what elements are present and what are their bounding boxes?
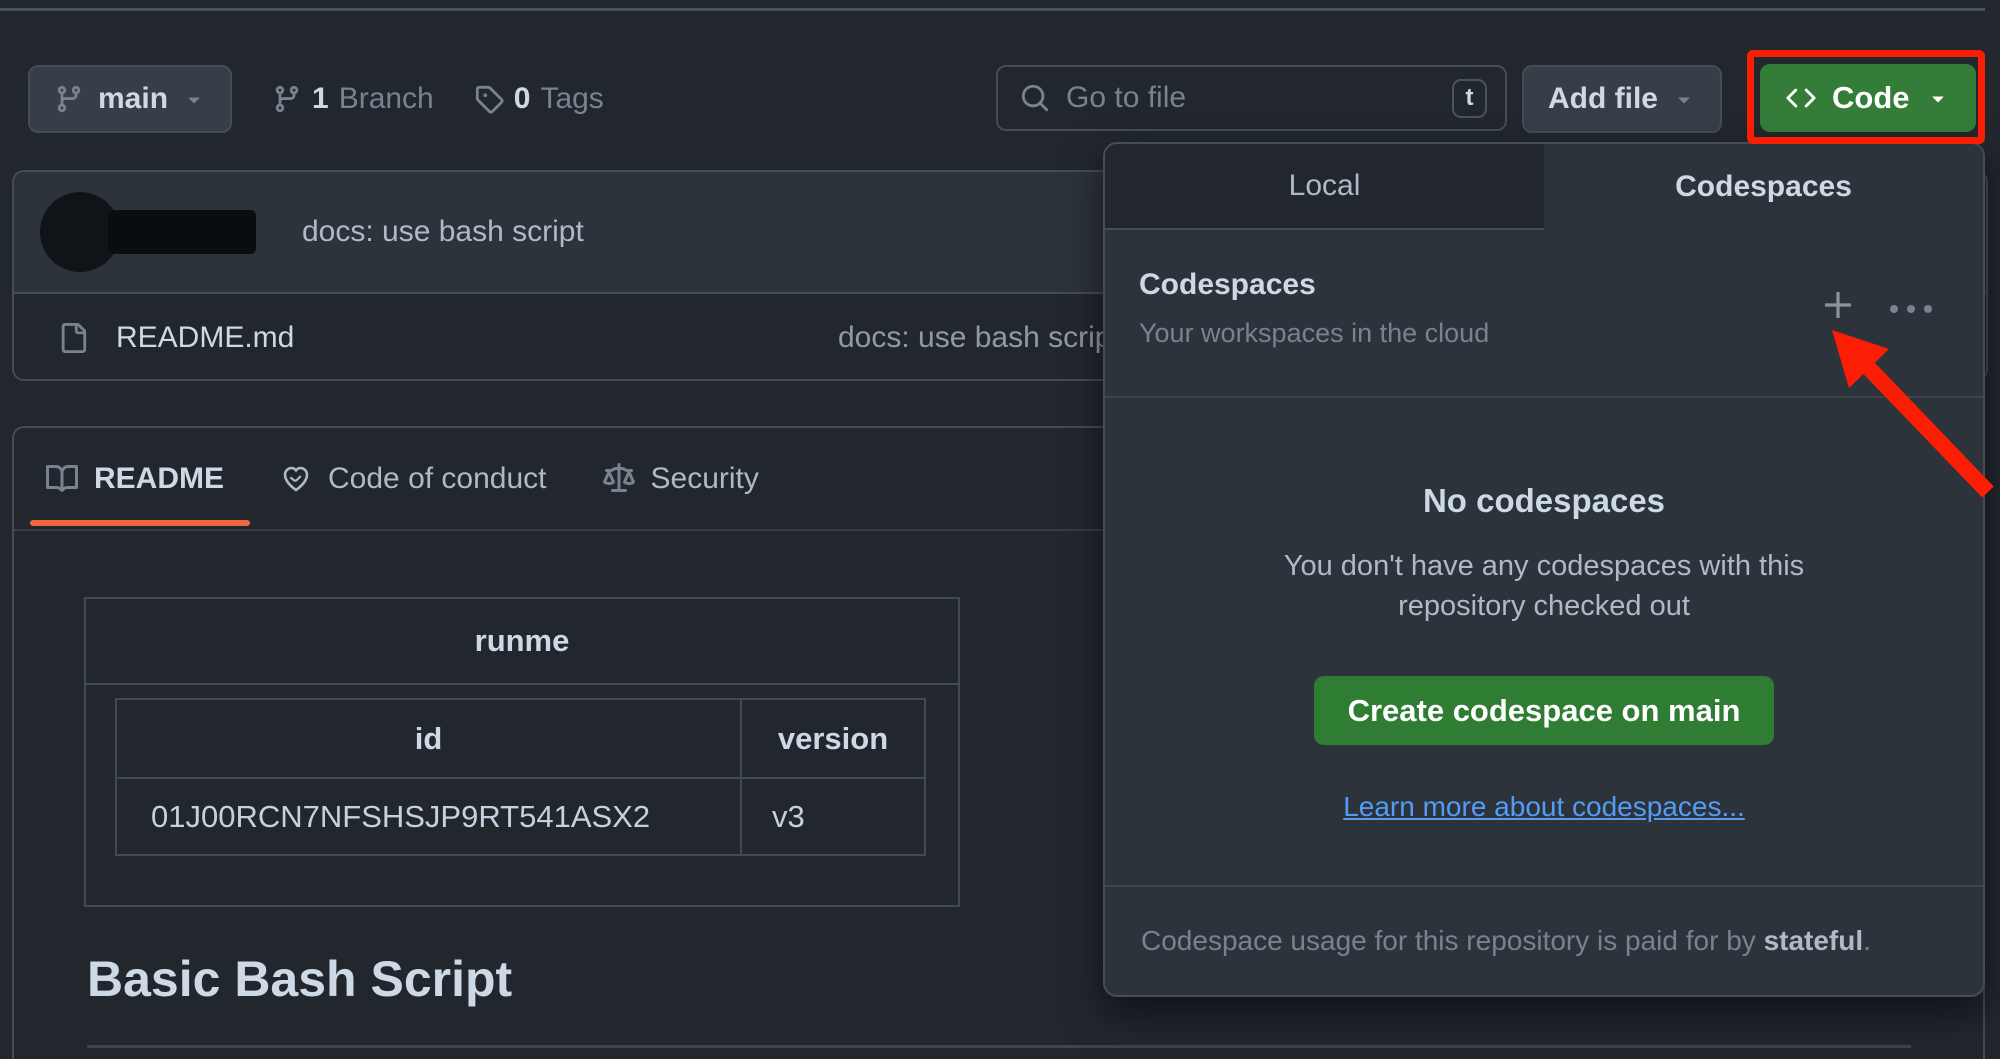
runme-table: runme id version 01J00RCN7NFSHSJP9RT541A… bbox=[84, 597, 960, 907]
tab-code-of-conduct[interactable]: Code of conduct bbox=[280, 462, 546, 496]
cell-version-value: v3 bbox=[742, 779, 924, 854]
empty-state-text-line1: You don't have any codespaces with this bbox=[1105, 546, 1983, 586]
file-icon bbox=[58, 323, 88, 353]
codespaces-options-button[interactable] bbox=[1883, 296, 1939, 323]
new-codespace-button[interactable] bbox=[1815, 282, 1861, 331]
empty-state-text-line2: repository checked out bbox=[1105, 586, 1983, 626]
cell-id-value: 01J00RCN7NFSHSJP9RT541ASX2 bbox=[117, 779, 742, 854]
footer-org-name: stateful bbox=[1764, 925, 1864, 956]
search-icon bbox=[1020, 83, 1050, 113]
chevron-down-icon bbox=[182, 87, 206, 111]
branch-count-label: Branch bbox=[339, 82, 434, 116]
codespaces-header: Codespaces Your workspaces in the cloud bbox=[1105, 230, 1983, 398]
redacted-username bbox=[108, 210, 256, 254]
branch-count: 1 bbox=[312, 82, 329, 116]
empty-state-title: No codespaces bbox=[1105, 482, 1983, 520]
tab-security-label: Security bbox=[651, 462, 759, 496]
repo-stats: 1 Branch 0 Tags bbox=[272, 65, 604, 133]
branch-name: main bbox=[98, 82, 168, 116]
tag-count-label: Tags bbox=[540, 82, 603, 116]
branches-link[interactable]: 1 Branch bbox=[272, 82, 434, 116]
footer-text: Codespace usage for this repository is p… bbox=[1141, 925, 1764, 956]
book-icon bbox=[46, 463, 78, 495]
branch-selector-button[interactable]: main bbox=[28, 65, 232, 133]
add-file-button[interactable]: Add file bbox=[1522, 65, 1722, 133]
code-button-label: Code bbox=[1832, 80, 1910, 116]
codespaces-empty-state: No codespaces You don't have any codespa… bbox=[1105, 398, 1983, 885]
git-branch-icon bbox=[272, 84, 302, 114]
learn-more-link[interactable]: Learn more about codespaces... bbox=[1343, 791, 1745, 823]
kebab-icon bbox=[1889, 304, 1933, 314]
runme-table-title: runme bbox=[86, 599, 958, 685]
tab-readme[interactable]: README bbox=[46, 462, 224, 496]
tag-icon bbox=[474, 84, 504, 114]
tab-readme-label: README bbox=[94, 462, 224, 496]
page-top-divider bbox=[0, 8, 1985, 11]
runme-inner-table: id version 01J00RCN7NFSHSJP9RT541ASX2 v3 bbox=[115, 698, 926, 856]
column-header-version: version bbox=[742, 700, 924, 777]
commit-message[interactable]: docs: use bash script bbox=[302, 215, 584, 249]
plus-icon bbox=[1821, 288, 1855, 322]
active-tab-underline bbox=[30, 520, 250, 526]
file-name-link[interactable]: README.md bbox=[116, 321, 294, 355]
shortcut-t-badge: t bbox=[1452, 79, 1487, 118]
search-input[interactable] bbox=[1066, 81, 1436, 115]
code-button[interactable]: Code bbox=[1760, 64, 1976, 132]
add-file-label: Add file bbox=[1548, 82, 1658, 116]
chevron-down-icon bbox=[1926, 86, 1950, 110]
create-codespace-button[interactable]: Create codespace on main bbox=[1314, 676, 1774, 745]
tab-local[interactable]: Local bbox=[1105, 144, 1544, 230]
git-branch-icon bbox=[54, 84, 84, 114]
code-dropdown-panel: Local Codespaces Codespaces Your workspa… bbox=[1103, 142, 1985, 997]
go-to-file-search[interactable]: t bbox=[996, 65, 1507, 131]
law-icon bbox=[603, 463, 635, 495]
code-dropdown-tabbar: Local Codespaces bbox=[1105, 144, 1983, 230]
github-repo-page: main 1 Branch 0 Tags t Add file Code bbox=[0, 0, 2000, 1059]
chevron-down-icon bbox=[1672, 87, 1696, 111]
tab-codespaces[interactable]: Codespaces bbox=[1544, 144, 1983, 230]
table-row: 01J00RCN7NFSHSJP9RT541ASX2 v3 bbox=[117, 777, 924, 854]
tag-count: 0 bbox=[514, 82, 531, 116]
column-header-id: id bbox=[117, 700, 742, 777]
tags-link[interactable]: 0 Tags bbox=[474, 82, 604, 116]
code-icon bbox=[1786, 83, 1816, 113]
readme-heading: Basic Bash Script bbox=[87, 950, 512, 1008]
tab-security[interactable]: Security bbox=[603, 462, 759, 496]
footer-period: . bbox=[1863, 925, 1871, 956]
codespaces-footer: Codespace usage for this repository is p… bbox=[1105, 885, 1983, 995]
readme-heading-rule bbox=[87, 1045, 1911, 1048]
code-of-conduct-icon bbox=[280, 463, 312, 495]
tab-code-of-conduct-label: Code of conduct bbox=[328, 462, 546, 496]
